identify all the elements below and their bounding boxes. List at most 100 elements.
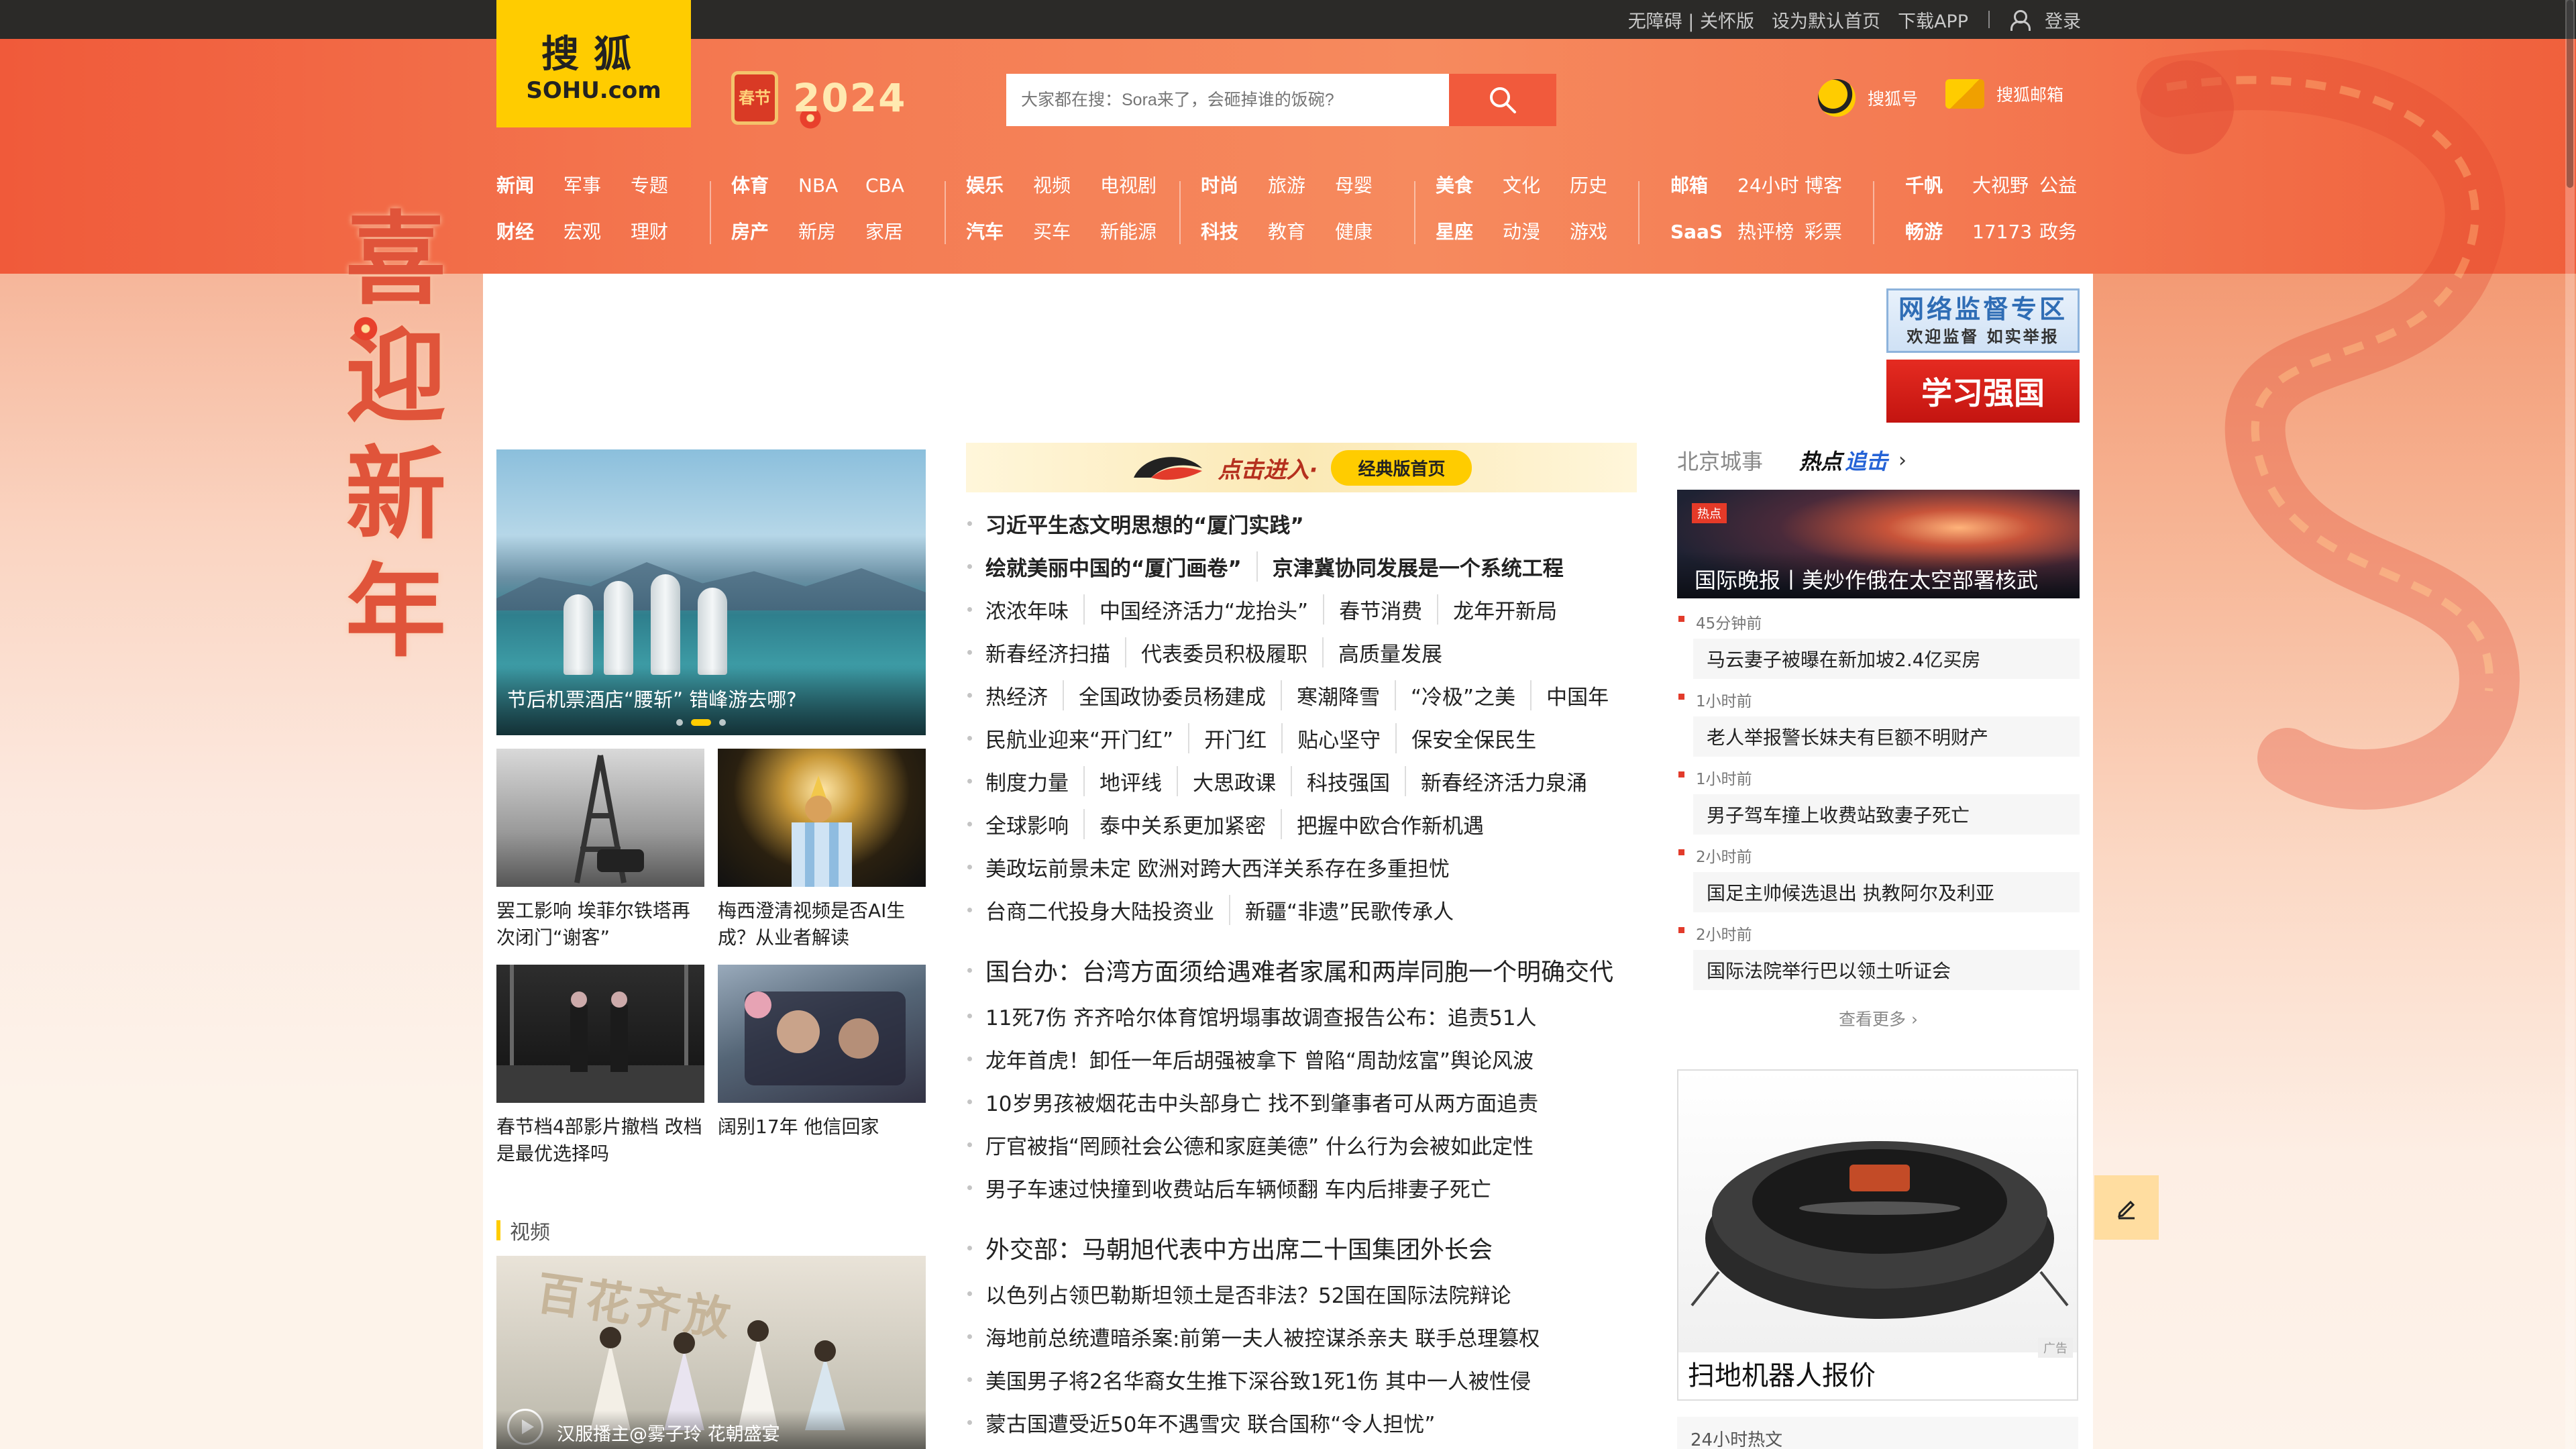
city-tab[interactable]: 北京城事: [1677, 445, 1763, 476]
news-link[interactable]: 10岁男孩被烟花击中头部身亡 找不到肇事者可从两方面追责: [985, 1087, 1538, 1117]
sohuhao-link[interactable]: 搜狐号: [1818, 79, 1918, 117]
robot-vacuum-ad[interactable]: 广告 扫地机器人报价: [1677, 1069, 2078, 1401]
nav-item[interactable]: 宏观: [564, 222, 631, 250]
hero-carousel[interactable]: 节后机票酒店“腰斩” 错峰游去哪?: [496, 449, 926, 735]
thumb-card[interactable]: 春节档4部影片撤档 改档是最优选择吗: [496, 965, 704, 1167]
news-link[interactable]: 男子车速过快撞到收费站后车辆倾翻 车内后排妻子死亡: [985, 1173, 1491, 1203]
nav-item[interactable]: CBA: [865, 176, 932, 203]
video-card[interactable]: 百花齐放 汉服播主@雾子玲 花朝盛宴: [496, 1256, 926, 1449]
news-link[interactable]: 保安全保民生: [1395, 722, 1536, 753]
nav-item[interactable]: 房产: [731, 222, 798, 250]
news-link[interactable]: 美政坛前景未定 欧洲对跨大西洋关系存在多重担忧: [985, 852, 1450, 882]
news-link[interactable]: 寒潮降雪: [1281, 680, 1380, 710]
nav-item[interactable]: 时尚: [1201, 176, 1268, 203]
news-link[interactable]: 绘就美丽中国的“厦门画卷”: [985, 551, 1242, 582]
news-link[interactable]: 科技强国: [1291, 765, 1390, 796]
supervision-ad[interactable]: 网络监督专区 欢迎监督 如实举报: [1886, 288, 2080, 353]
nav-item[interactable]: 娱乐: [966, 176, 1033, 203]
news-link[interactable]: “冷极”之美: [1395, 680, 1515, 710]
nav-item[interactable]: 17173: [1972, 222, 2039, 250]
list-item[interactable]: 45分钟前 马云妻子被曝在新加坡2.4亿买房: [1677, 610, 2080, 688]
nav-item[interactable]: 博客: [1805, 176, 1872, 203]
thumb-card[interactable]: 罢工影响 埃菲尔铁塔再次闭门“谢客”: [496, 749, 704, 951]
nav-item[interactable]: 动漫: [1503, 222, 1570, 250]
news-link[interactable]: 开门红: [1188, 722, 1267, 753]
nav-item[interactable]: 新房: [798, 222, 865, 250]
classic-version-banner[interactable]: 点击进入· 经典版首页: [966, 443, 1637, 492]
login-link[interactable]: 登录: [2045, 7, 2081, 33]
news-link[interactable]: 京津冀协同发展是一个系统工程: [1256, 551, 1564, 582]
news-link[interactable]: 贴心坚守: [1281, 722, 1381, 753]
nav-item[interactable]: 科技: [1201, 222, 1268, 250]
news-link[interactable]: 习近平生态文明思想的“厦门实践”: [985, 508, 1304, 539]
search-button[interactable]: [1449, 74, 1556, 126]
news-link[interactable]: 新疆“非遗”民歌传承人: [1229, 894, 1454, 925]
news-link[interactable]: 蒙古国遭受近50年不遇雪灾 联合国称“令人担忧”: [985, 1407, 1435, 1438]
news-link[interactable]: 11死7伤 齐齐哈尔体育馆坍塌事故调查报告公布：追责51人: [985, 1001, 1536, 1031]
nav-item[interactable]: 健康: [1335, 222, 1402, 250]
news-link[interactable]: 台商二代投身大陆投资业: [985, 895, 1214, 925]
classic-homepage-button[interactable]: 经典版首页: [1331, 449, 1472, 486]
news-link[interactable]: 浓浓年味: [985, 594, 1069, 625]
nav-item[interactable]: 千帆: [1905, 176, 1972, 203]
page-scrollbar[interactable]: [2565, 0, 2575, 1449]
news-link[interactable]: 把握中欧合作新机遇: [1281, 808, 1484, 839]
news-headline-link[interactable]: 国台办：台湾方面须给遇难者家属和两岸同胞一个明确交代: [985, 953, 1613, 987]
news-link[interactable]: 地评线: [1083, 765, 1162, 796]
news-link[interactable]: 龙年首虎！卸任一年后胡强被拿下 曾陷“周劼炫富”舆论风波: [985, 1044, 1534, 1074]
carousel-dot-active[interactable]: [691, 719, 711, 726]
nav-item[interactable]: 理财: [631, 222, 698, 250]
news-link[interactable]: 制度力量: [985, 766, 1069, 796]
thumb-card[interactable]: 阔别17年 他信回家: [718, 965, 926, 1167]
nav-item[interactable]: 体育: [731, 176, 798, 203]
user-icon[interactable]: [2010, 10, 2031, 31]
video-section-title[interactable]: 视频: [496, 1216, 550, 1245]
spring-festival-badge[interactable]: 春节 2024: [731, 71, 906, 125]
set-homepage-link[interactable]: 设为默认首页: [1772, 7, 1880, 33]
nav-item[interactable]: 星座: [1436, 222, 1503, 250]
nav-item[interactable]: 游戏: [1570, 222, 1637, 250]
news-headline-link[interactable]: 外交部：马朝旭代表中方出席二十国集团外长会: [985, 1230, 1493, 1265]
nav-item[interactable]: 热评榜: [1737, 222, 1805, 250]
nav-item[interactable]: 新闻: [496, 176, 564, 203]
list-item[interactable]: 1小时前 老人举报警长妹夫有巨额不明财产: [1677, 688, 2080, 766]
search-input[interactable]: [1006, 74, 1449, 126]
news-link[interactable]: 全国政协委员杨建成: [1063, 680, 1266, 710]
hot-tab[interactable]: 热点: [1799, 445, 1842, 476]
scrollbar-thumb[interactable]: [2567, 0, 2573, 188]
nav-item[interactable]: 公益: [2039, 176, 2106, 203]
nav-item[interactable]: 教育: [1268, 222, 1335, 250]
thumb-card[interactable]: 梅西澄清视频是否AI生成？从业者解读: [718, 749, 926, 951]
news-link[interactable]: 新春经济活力泉涌: [1405, 765, 1587, 796]
hot-feature-card[interactable]: 热点 国际晚报丨美炒作俄在太空部署核武: [1677, 490, 2080, 598]
news-link[interactable]: 大思政课: [1177, 765, 1276, 796]
nav-item[interactable]: 财经: [496, 222, 564, 250]
nav-item[interactable]: 旅游: [1268, 176, 1335, 203]
hot-24h-heading[interactable]: 24小时热文: [1677, 1417, 2078, 1449]
news-link[interactable]: 中国年: [1530, 680, 1609, 710]
news-link[interactable]: 以色列占领巴勒斯坦领土是否非法？52国在国际法院辩论: [985, 1279, 1511, 1309]
accessibility-link[interactable]: 无障碍 | 关怀版: [1628, 7, 1754, 33]
news-link[interactable]: 龙年开新局: [1437, 594, 1557, 625]
sohu-logo[interactable]: 搜狐 SOHU.com: [496, 0, 691, 127]
news-link[interactable]: 全球影响: [985, 809, 1069, 839]
nav-item[interactable]: 买车: [1033, 222, 1100, 250]
news-link[interactable]: 春节消费: [1323, 594, 1422, 625]
nav-item[interactable]: 24小时: [1737, 176, 1805, 203]
carousel-dot[interactable]: [676, 719, 683, 726]
nav-item[interactable]: 畅游: [1905, 222, 1972, 250]
news-link[interactable]: 中国经济活力“龙抬头”: [1083, 594, 1308, 625]
nav-item[interactable]: 美食: [1436, 176, 1503, 203]
xuexi-ad[interactable]: 学习强国: [1886, 360, 2080, 423]
news-link[interactable]: 海地前总统遭暗杀案:前第一夫人被控谋杀亲夫 联手总理篡权: [985, 1322, 1540, 1352]
list-item[interactable]: 2小时前 国足主帅候选退出 执教阿尔及利亚: [1677, 844, 2080, 922]
nav-item[interactable]: 邮箱: [1670, 176, 1737, 203]
nav-item[interactable]: SaaS: [1670, 222, 1737, 250]
nav-item[interactable]: 家居: [865, 222, 932, 250]
news-link[interactable]: 高质量发展: [1322, 637, 1442, 667]
download-app-link[interactable]: 下载APP: [1898, 7, 1968, 33]
news-link[interactable]: 民航业迎来“开门红”: [985, 723, 1173, 753]
nav-item[interactable]: 政务: [2039, 222, 2106, 250]
news-link[interactable]: 热经济: [985, 680, 1048, 710]
nav-item[interactable]: 新能源: [1100, 222, 1167, 250]
